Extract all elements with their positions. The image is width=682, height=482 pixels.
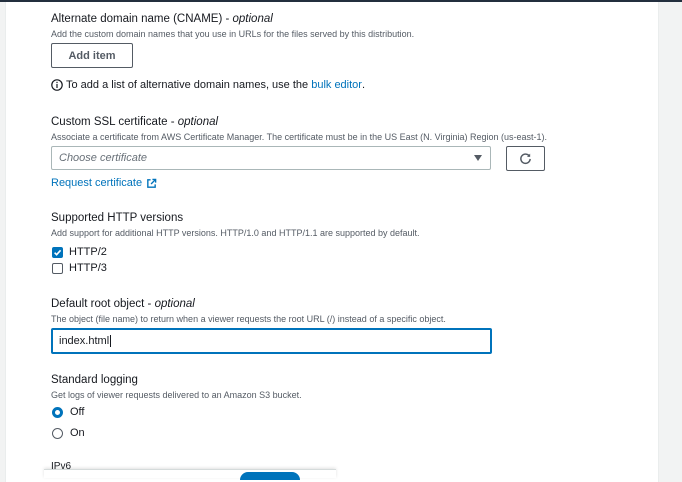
caret-down-icon xyxy=(474,155,482,161)
root-object-value: index.html xyxy=(59,335,110,347)
logging-on-radio[interactable] xyxy=(52,427,63,439)
http3-checkbox[interactable] xyxy=(52,262,63,274)
http3-label: HTTP/3 xyxy=(69,262,107,274)
root-object-label: Default root object - optional xyxy=(51,298,195,310)
cname-optional: optional xyxy=(232,13,273,25)
logging-on-label: On xyxy=(70,427,85,439)
refresh-certificates-button[interactable] xyxy=(506,146,545,171)
http-versions-description: Add support for additional HTTP versions… xyxy=(51,228,420,238)
logging-label: Standard logging xyxy=(51,374,138,386)
http2-checkbox[interactable] xyxy=(52,246,63,258)
certificate-select[interactable]: Choose certificate xyxy=(51,146,491,170)
logging-off-radio[interactable] xyxy=(52,406,63,418)
add-item-button[interactable]: Add item xyxy=(51,43,133,68)
http-versions-label: Supported HTTP versions xyxy=(51,212,184,224)
ssl-label: Custom SSL certificate - optional xyxy=(51,116,218,128)
logging-description: Get logs of viewer requests delivered to… xyxy=(51,390,302,400)
request-certificate-link[interactable]: Request certificate xyxy=(51,177,157,189)
info-text: To add a list of alternative domain name… xyxy=(66,79,309,91)
cname-label: Alternate domain name (CNAME) - optional xyxy=(51,13,273,25)
http2-option[interactable]: HTTP/2 xyxy=(52,246,107,258)
refresh-icon xyxy=(519,152,532,165)
text-cursor xyxy=(110,335,112,347)
bulk-editor-link[interactable]: bulk editor xyxy=(311,79,362,91)
request-certificate-text: Request certificate xyxy=(51,177,143,189)
settings-panel: Alternate domain name (CNAME) - optional… xyxy=(5,2,659,482)
root-object-optional: optional xyxy=(154,298,195,310)
certificate-select-placeholder: Choose certificate xyxy=(59,152,148,164)
ssl-label-text: Custom SSL certificate - xyxy=(51,116,178,128)
http2-label: HTTP/2 xyxy=(69,246,107,258)
checkmark-icon xyxy=(54,249,62,256)
logging-on-option[interactable]: On xyxy=(52,427,85,439)
info-icon xyxy=(51,79,63,91)
root-object-input[interactable]: index.html xyxy=(51,328,492,354)
ssl-description: Associate a certificate from AWS Certifi… xyxy=(51,132,548,142)
http3-option[interactable]: HTTP/3 xyxy=(52,262,107,274)
root-object-label-text: Default root object - xyxy=(51,298,155,310)
root-object-description: The object (file name) to return when a … xyxy=(51,314,446,324)
logging-off-label: Off xyxy=(70,406,85,418)
bottom-primary-button[interactable] xyxy=(240,472,300,480)
info-suffix: . xyxy=(361,79,366,91)
bulk-editor-info: To add a list of alternative domain name… xyxy=(51,79,365,91)
cname-label-text: Alternate domain name (CNAME) - xyxy=(51,13,233,25)
ssl-optional: optional xyxy=(177,116,219,128)
logging-off-option[interactable]: Off xyxy=(52,406,84,418)
external-link-icon xyxy=(146,178,157,189)
cname-description: Add the custom domain names that you use… xyxy=(51,29,415,39)
